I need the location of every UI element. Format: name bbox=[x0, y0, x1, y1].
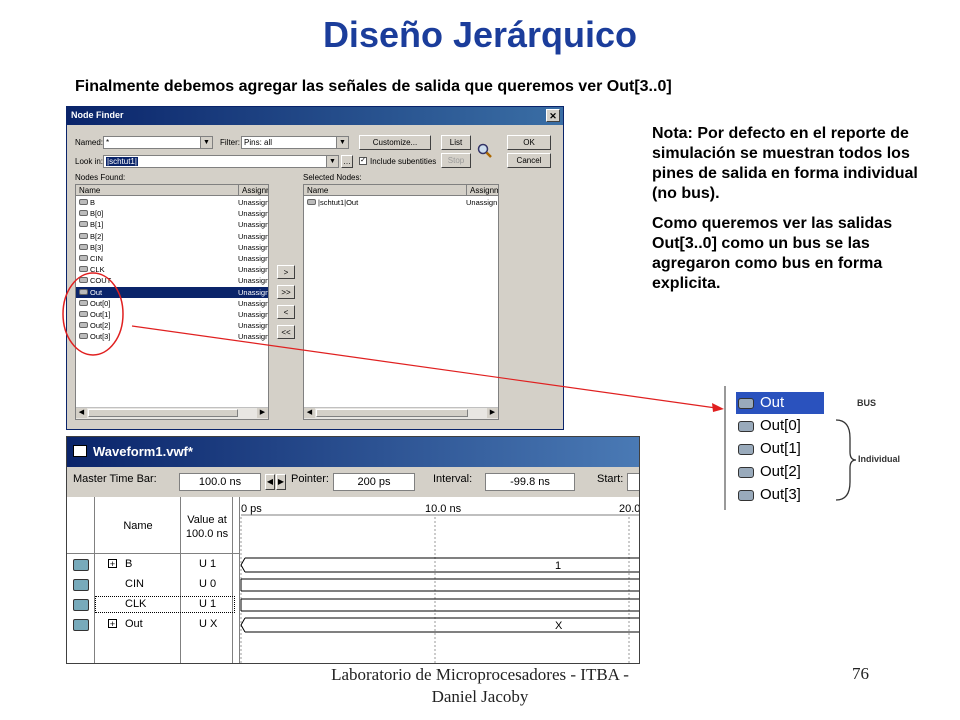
pin-icon bbox=[738, 398, 754, 409]
inset-item: Out[3] bbox=[736, 484, 824, 506]
annotation-overlay bbox=[62, 272, 724, 412]
inset-item: Out bbox=[736, 392, 824, 414]
pin-icon bbox=[738, 444, 754, 455]
inset-item: Out[2] bbox=[736, 461, 824, 483]
pin-icon bbox=[738, 467, 754, 478]
pin-icon bbox=[738, 421, 754, 432]
bus-label: BUS bbox=[857, 398, 877, 408]
footer-text: Laboratorio de Microprocesadores - ITBA … bbox=[331, 665, 629, 706]
highlight-circle bbox=[62, 272, 124, 356]
arrow-head-icon bbox=[712, 403, 724, 412]
page-number: 76 bbox=[852, 664, 869, 683]
inset-item: Out[1] bbox=[736, 438, 824, 460]
individual-label: Individual bbox=[858, 454, 901, 464]
pointer-arrow-line bbox=[131, 325, 717, 409]
individual-brace bbox=[835, 419, 856, 501]
pin-icon bbox=[738, 490, 754, 501]
zoom-inset: Out Out[0] Out[1] Out[2] Out[3] bbox=[724, 386, 824, 510]
inset-item: Out[0] bbox=[736, 415, 824, 437]
